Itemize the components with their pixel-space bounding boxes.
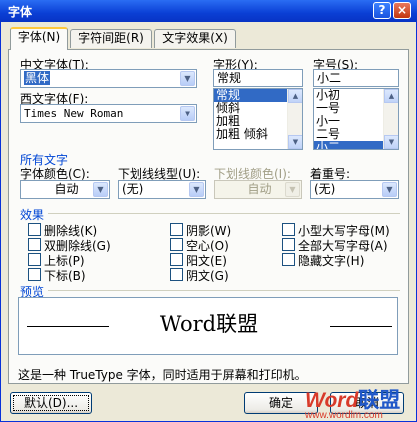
close-button[interactable]: × [393, 2, 411, 19]
chevron-down-icon: ▼ [285, 182, 300, 197]
underline-combo[interactable]: (无) ▼ [118, 180, 206, 199]
emphasis-value: (无) [314, 182, 336, 196]
tab-text-effects[interactable]: 文字效果(X) [154, 29, 236, 48]
subscript-label[interactable]: 下标(B) [44, 267, 86, 284]
size-scrollbar[interactable]: ▲ ▼ [383, 89, 398, 149]
west-font-combo[interactable]: Times New Roman ▼ [20, 104, 197, 123]
preview-divider [48, 290, 400, 291]
title-bar[interactable]: 字体 ? × [0, 0, 417, 22]
engrave-label[interactable]: 阴文(G) [186, 267, 229, 284]
underline-value: (无) [122, 182, 144, 196]
engrave-checkbox[interactable] [170, 268, 183, 281]
scroll-down-icon[interactable]: ▼ [288, 135, 302, 149]
outline-checkbox[interactable] [170, 238, 183, 251]
superscript-checkbox[interactable] [28, 253, 41, 266]
shadow-checkbox[interactable] [170, 223, 183, 236]
default-button[interactable]: 默认(D)... [10, 392, 92, 414]
window-title: 字体 [8, 5, 33, 19]
style-list[interactable]: 常规 倾斜 加粗 加粗 倾斜 ▲ ▼ [213, 88, 303, 150]
chevron-down-icon[interactable]: ▼ [93, 182, 108, 197]
hidden-text-label[interactable]: 隐藏文字(H) [298, 252, 364, 269]
cn-font-value: 黑体 [24, 71, 51, 85]
emboss-checkbox[interactable] [170, 253, 183, 266]
small-caps-checkbox[interactable] [282, 223, 295, 236]
help-button[interactable]: ? [373, 2, 391, 19]
chevron-down-icon[interactable]: ▼ [189, 182, 204, 197]
cn-font-combo[interactable]: 黑体 ▼ [20, 69, 197, 88]
scroll-up-icon[interactable]: ▲ [288, 89, 302, 103]
strikethrough-checkbox[interactable] [28, 223, 41, 236]
scroll-up-icon[interactable]: ▲ [384, 89, 398, 103]
font-color-combo[interactable]: 自动 ▼ [20, 180, 110, 199]
font-color-value: 自动 [54, 182, 79, 196]
chevron-down-icon[interactable]: ▼ [180, 106, 195, 121]
effects-divider [48, 213, 400, 214]
double-strikethrough-checkbox[interactable] [28, 238, 41, 251]
emphasis-combo[interactable]: (无) ▼ [310, 180, 399, 199]
style-scrollbar[interactable]: ▲ ▼ [287, 89, 302, 149]
underline-color-value: 自动 [247, 182, 272, 196]
preview-box: Word联盟 [18, 297, 398, 355]
all-caps-checkbox[interactable] [282, 238, 295, 251]
font-info-text: 这是一种 TrueType 字体，同时适用于屏幕和打印机。 [18, 368, 307, 382]
chevron-down-icon[interactable]: ▼ [382, 182, 397, 197]
scroll-down-icon[interactable]: ▼ [384, 135, 398, 149]
subscript-checkbox[interactable] [28, 268, 41, 281]
tab-char-spacing[interactable]: 字符间距(R) [70, 29, 152, 48]
size-input[interactable]: 小二 [313, 69, 399, 87]
style-input[interactable]: 常规 [213, 69, 303, 87]
underline-color-combo: 自动 ▼ [214, 180, 302, 199]
tab-font[interactable]: 字体(N) [10, 27, 68, 50]
west-font-value: Times New Roman [24, 107, 124, 120]
chevron-down-icon[interactable]: ▼ [180, 71, 195, 86]
wordlm-watermark-logo: Word联盟 www.wordlm.com [305, 389, 401, 421]
hidden-text-checkbox[interactable] [282, 253, 295, 266]
size-list[interactable]: 小初 一号 小一 二号 小二 ▲ ▼ [313, 88, 399, 150]
effects-section-label: 效果 [20, 208, 45, 222]
preview-sample-text: Word联盟 [159, 312, 259, 336]
